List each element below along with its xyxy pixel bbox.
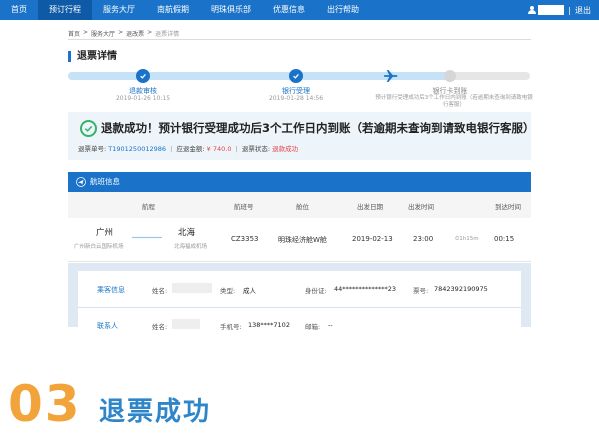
dep-date: 2019-02-13 bbox=[352, 235, 393, 243]
arr-time: 00:15 bbox=[494, 235, 515, 243]
passenger-card bbox=[78, 271, 521, 327]
passenger-divider bbox=[78, 307, 521, 308]
refund-summary: 退票单号: T1901250012986 | 应退金额: ¥ 740.0 | 退… bbox=[78, 143, 298, 153]
step-pending-dot bbox=[444, 70, 456, 82]
contact-section-title: 联系人 bbox=[97, 322, 118, 330]
passenger-id: 44**************23 bbox=[334, 285, 397, 293]
step-time-review: 2019-01-26 10:15 bbox=[115, 95, 171, 102]
success-check-icon bbox=[80, 120, 97, 137]
breadcrumb-refund[interactable]: 退改票 bbox=[126, 29, 144, 38]
top-nav: 首页 预订行程 服务大厅 南航假期 明珠俱乐部 优惠信息 出行帮助 | 退出 bbox=[0, 0, 599, 20]
to-airport: 北海福成机场 bbox=[174, 244, 208, 250]
breadcrumb-sep: > bbox=[147, 29, 153, 36]
amount-label: 应退金额: bbox=[176, 145, 205, 153]
passenger-name-redacted bbox=[172, 283, 212, 293]
nav-service-hall[interactable]: 服务大厅 bbox=[92, 0, 146, 20]
user-name-redacted[interactable] bbox=[538, 5, 565, 15]
breadcrumb-current: 退票详情 bbox=[155, 31, 180, 38]
breadcrumb-divider bbox=[68, 39, 531, 40]
route-arrow-icon bbox=[132, 236, 162, 239]
nav-booking[interactable]: 预订行程 bbox=[38, 0, 92, 20]
step-done-check-icon bbox=[136, 69, 150, 83]
step-caption: 退票成功 bbox=[99, 397, 212, 427]
passenger-type: 成人 bbox=[243, 287, 256, 295]
info-sep: | bbox=[170, 145, 173, 153]
nav-help[interactable]: 出行帮助 bbox=[316, 0, 370, 20]
passenger-name-label: 姓名: bbox=[152, 287, 168, 295]
user-area: | 退出 bbox=[528, 0, 599, 20]
refund-status: 退款成功 bbox=[272, 145, 299, 153]
success-message: 退款成功！预计银行受理成功后3个工作日内到账（若逾期未查询到请致电银行客服） bbox=[101, 121, 535, 135]
breadcrumb-service[interactable]: 服务大厅 bbox=[91, 29, 115, 38]
breadcrumb-sep: > bbox=[118, 29, 124, 36]
duration-wrap: ⏲1h15m bbox=[455, 236, 479, 243]
col-dep-date: 出发日期 bbox=[357, 203, 383, 211]
plane-icon bbox=[76, 177, 86, 187]
status-label: 退票状态: bbox=[241, 145, 271, 153]
plane-progress-icon bbox=[384, 70, 398, 82]
flight-section-header: 航班信息 bbox=[68, 172, 531, 192]
to-city: 北海 bbox=[178, 228, 196, 238]
nav-holiday[interactable]: 南航假期 bbox=[146, 0, 200, 20]
refund-no-label: 退票单号: bbox=[78, 145, 107, 153]
flight-table-header: 航程 航班号 舱位 出发日期 出发时间 到达时间 bbox=[68, 192, 531, 218]
cabin: 明珠经济舱W舱 bbox=[278, 236, 327, 244]
contact-name-redacted bbox=[172, 319, 200, 329]
step-note-arrival: 预计银行受理成功后3个工作日内到账（若逾期未查询到请致电银行客服） bbox=[375, 95, 533, 108]
contact-name-label: 姓名: bbox=[152, 323, 168, 331]
step-time-bank: 2019-01-28 14:56 bbox=[268, 95, 324, 102]
flight-section-title: 航班信息 bbox=[90, 177, 120, 186]
col-dep-time: 出发时间 bbox=[408, 203, 434, 211]
refund-no: T1901250012986 bbox=[108, 145, 167, 153]
phone: 138****7102 bbox=[248, 321, 290, 329]
passenger-type-label: 类型: bbox=[220, 287, 236, 295]
passenger-section-title: 乘客信息 bbox=[97, 286, 125, 294]
nav-home[interactable]: 首页 bbox=[0, 0, 38, 20]
email-label: 邮箱: bbox=[305, 323, 321, 331]
col-route: 航程 bbox=[142, 203, 155, 211]
page-title: 退票详情 bbox=[68, 51, 117, 62]
col-arr-time: 到达时间 bbox=[495, 203, 521, 211]
phone-label: 手机号: bbox=[220, 323, 242, 331]
breadcrumb: 首页 > 服务大厅 > 退改票 > 退票详情 bbox=[68, 29, 179, 38]
col-cabin: 舱位 bbox=[296, 203, 309, 211]
passenger-id-label: 身份证: bbox=[305, 287, 327, 295]
nav-offers[interactable]: 优惠信息 bbox=[262, 0, 316, 20]
flight-no: CZ3353 bbox=[231, 235, 259, 243]
email: -- bbox=[328, 321, 333, 329]
flight-duration: 1h15m bbox=[459, 236, 479, 242]
from-airport: 广州新白云国际机场 bbox=[74, 244, 124, 250]
step-done-check-icon bbox=[289, 69, 303, 83]
ticket-no: 7842392190975 bbox=[434, 285, 488, 293]
breadcrumb-home[interactable]: 首页 bbox=[68, 29, 80, 38]
from-city: 广州 bbox=[96, 228, 114, 238]
breadcrumb-sep: > bbox=[83, 29, 89, 36]
ticket-no-label: 票号: bbox=[413, 287, 429, 295]
logout-link[interactable]: 退出 bbox=[575, 5, 591, 16]
refund-amount: ¥ 740.0 bbox=[206, 145, 232, 153]
step-number: 03 bbox=[8, 375, 82, 433]
col-flight-no: 航班号 bbox=[234, 203, 254, 211]
dep-time: 23:00 bbox=[413, 235, 434, 243]
info-sep: | bbox=[235, 145, 238, 153]
nav-club[interactable]: 明珠俱乐部 bbox=[200, 0, 262, 20]
user-separator: | bbox=[568, 5, 571, 15]
user-icon bbox=[528, 6, 537, 14]
